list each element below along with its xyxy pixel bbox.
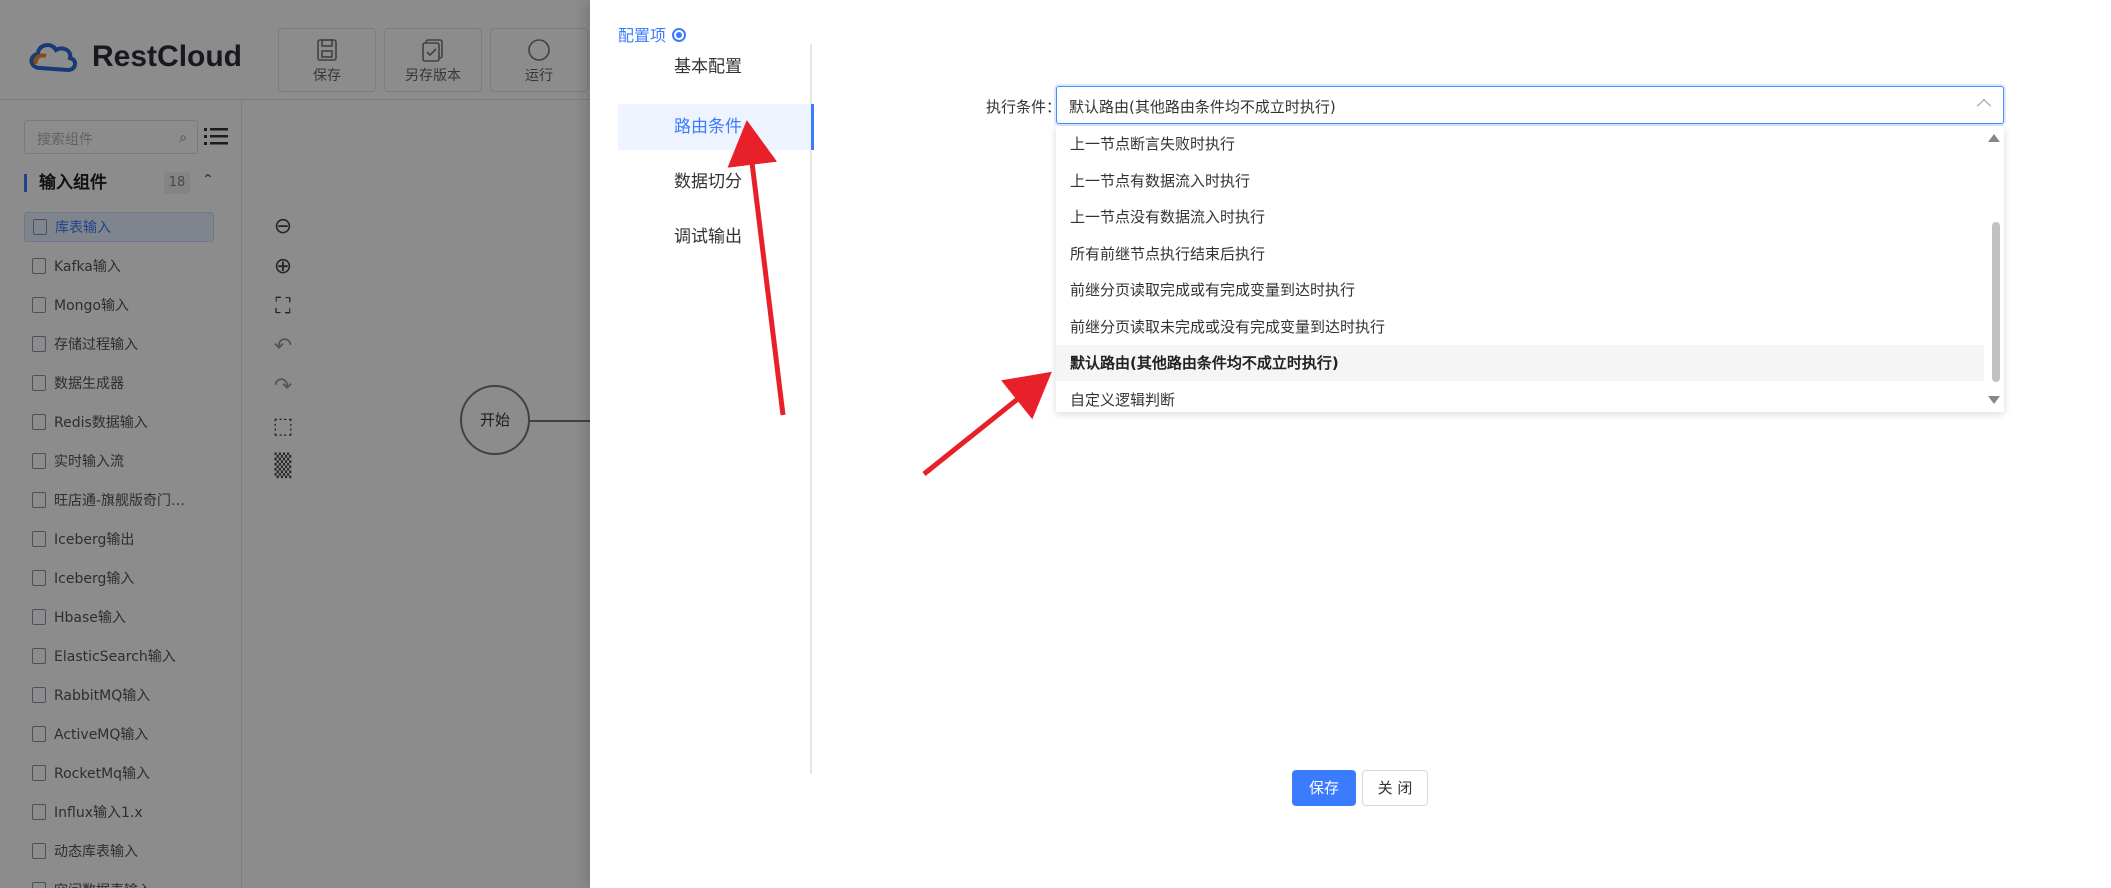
tab-basic-config[interactable]: 基本配置 [618,44,812,90]
scroll-up-arrow-icon[interactable] [1988,134,2000,142]
save-button[interactable]: 保存 [1292,770,1356,806]
dropdown-option[interactable]: 上一节点断言失败时执行 [1056,126,1984,162]
condition-select[interactable]: 默认路由(其他路由条件均不成立时执行) [1056,86,2004,124]
dropdown-option[interactable]: 自定义逻辑判断 [1056,382,1984,413]
config-tab-nav: 基本配置 路由条件 数据切分 调试输出 [618,44,814,774]
close-button[interactable]: 关 闭 [1362,770,1428,806]
dropdown-option[interactable]: 上一节点有数据流入时执行 [1056,163,1984,199]
condition-dropdown: 上一节点断言失败时执行 上一节点有数据流入时执行 上一节点没有数据流入时执行 所有前继… [1056,126,2004,412]
scrollbar-thumb[interactable] [1992,222,2000,382]
dropdown-scrollbar[interactable] [1986,126,2004,412]
dropdown-option[interactable]: 所有前继节点执行结束后执行 [1056,236,1984,272]
dropdown-option[interactable]: 上一节点没有数据流入时执行 [1056,199,1984,235]
condition-select-value: 默认路由(其他路由条件均不成立时执行) [1069,98,1336,116]
dropdown-option[interactable]: 默认路由(其他路由条件均不成立时执行) [1056,345,1984,381]
tab-data-split[interactable]: 数据切分 [618,159,812,205]
dropdown-option[interactable]: 前继分页读取未完成或没有完成变量到达时执行 [1056,309,1984,345]
tab-route-condition[interactable]: 路由条件 [618,104,814,150]
dropdown-option[interactable]: 前继分页读取完成或有完成变量到达时执行 [1056,272,1984,308]
chevron-up-icon [1976,98,1992,114]
scroll-down-arrow-icon[interactable] [1988,396,2000,404]
target-icon [672,28,687,42]
config-drawer-title: 配置项 [618,22,687,46]
tab-debug-output[interactable]: 调试输出 [618,214,812,260]
condition-label: 执行条件： [986,98,1062,116]
config-drawer: 配置项 基本配置 路由条件 数据切分 调试输出 执行条件： 默认路由(其他路由条… [590,0,2111,888]
config-title-text: 配置项 [618,26,667,45]
